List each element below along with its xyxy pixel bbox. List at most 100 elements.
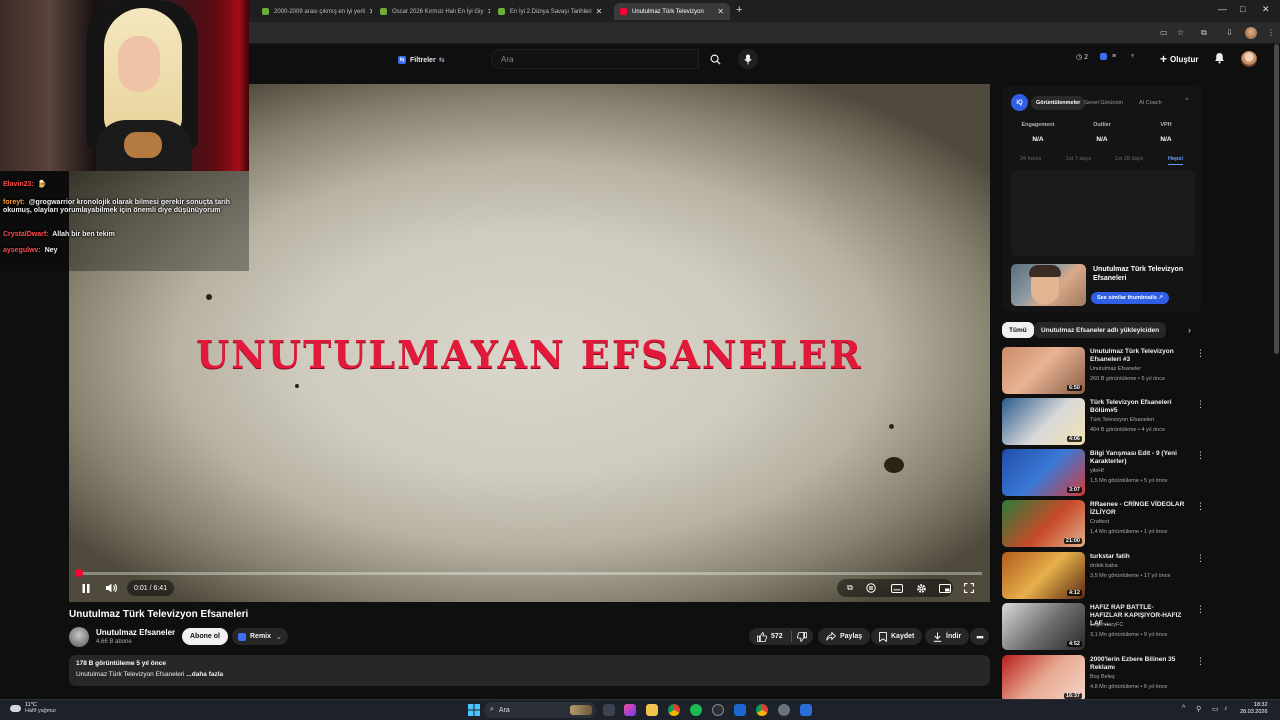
page-scrollbar[interactable] (1274, 44, 1279, 354)
extensions-icon[interactable]: ⧉ (1201, 28, 1207, 38)
trophy-icon[interactable]: ♆ (1130, 53, 1135, 60)
chevron-up-icon[interactable]: ⌃ (1184, 97, 1190, 105)
file-explorer-icon[interactable] (646, 704, 658, 716)
taskbar-search[interactable]: ⌕ Ara (484, 702, 596, 718)
chip-all[interactable]: Tümü (1002, 322, 1034, 338)
range-28d[interactable]: 1st 28 days (1115, 156, 1143, 162)
edge-icon[interactable] (734, 704, 746, 716)
app-icon[interactable] (800, 704, 812, 716)
voice-search-button[interactable] (738, 49, 758, 69)
more-vertical-icon[interactable]: ⋮ (1196, 400, 1205, 409)
recommendation-title[interactable]: 2000'lerin Ezbere Bilinen 35 Reklamı (1090, 656, 1186, 672)
new-tab-button[interactable]: + (736, 4, 742, 16)
more-vertical-icon[interactable]: ⋮ (1196, 554, 1205, 563)
recommendation-thumbnail[interactable]: 4:52 (1002, 603, 1085, 650)
recommendation-item[interactable]: 3:07 Bilgi Yarışması Edit - 9 (Yeni Karak… (1002, 449, 1205, 497)
tray-app-icon[interactable]: ⚲ (1196, 705, 1201, 713)
minimize-button[interactable]: — (1218, 4, 1227, 14)
recommendation-thumbnail[interactable]: 21:00 (1002, 500, 1085, 547)
tab-overview[interactable]: Genel Görünüm (1079, 96, 1128, 110)
settings-app-icon[interactable] (778, 704, 790, 716)
show-more-link[interactable]: ...daha fazla (186, 671, 223, 678)
range-7d[interactable]: 1st 7 days (1066, 156, 1091, 162)
tray-chevron-icon[interactable]: ^ (1182, 705, 1185, 712)
search-button[interactable] (700, 49, 730, 69)
recommendation-thumbnail[interactable]: 4:06 (1002, 398, 1085, 445)
recommendation-thumbnail[interactable]: 4:12 (1002, 552, 1085, 599)
settings-button[interactable] (913, 580, 929, 596)
vidiq-toolbar-icon[interactable] (1100, 53, 1107, 60)
recommendation-channel[interactable]: yileHf (1090, 468, 1104, 474)
vidiq-count-badge[interactable]: ◷ 2 (1076, 53, 1088, 62)
browser-tab[interactable]: En İyi 2.Dünya Savaşı Tarihleri ✕ (492, 3, 608, 20)
subscribe-button[interactable]: Abone ol (182, 628, 228, 645)
chip-uploader[interactable]: Unutulmaz Efsaneler adlı yükleyiciden (1034, 322, 1167, 338)
recommendation-title[interactable]: Bilgi Yarışması Edit - 9 (Yeni Karakterl… (1090, 450, 1186, 466)
chrome-icon[interactable] (668, 704, 680, 716)
more-vertical-icon[interactable]: ⋮ (1196, 657, 1205, 666)
vidiq-player-icon[interactable]: ⧉ (843, 580, 857, 596)
channel-name[interactable]: Unutulmaz Efsaneler (96, 628, 175, 637)
recommendation-thumbnail[interactable]: 16:37 (1002, 655, 1085, 702)
close-window-button[interactable]: ✕ (1262, 4, 1270, 15)
recommendation-channel[interactable]: Unutulmaz Efsaneler (1090, 366, 1141, 372)
downloads-icon[interactable]: ⇩ (1226, 28, 1233, 37)
chrome-profile-icon[interactable] (756, 704, 768, 716)
more-actions-button[interactable]: ••• (970, 628, 989, 645)
download-button[interactable]: İndir (925, 628, 970, 645)
volume-button[interactable] (103, 580, 121, 596)
search-input[interactable]: Ara (491, 49, 699, 69)
cast-icon[interactable]: ▭ (1160, 28, 1168, 37)
recommendation-channel[interactable]: ördek baba (1090, 563, 1118, 569)
spotify-icon[interactable] (690, 704, 702, 716)
dislike-button[interactable] (796, 631, 807, 642)
maximize-button[interactable]: □ (1240, 4, 1245, 14)
more-vertical-icon[interactable]: ⋮ (1196, 502, 1205, 511)
filters-button[interactable]: iq Filtreler ⇆ (398, 53, 445, 67)
save-button[interactable]: Kaydet (871, 628, 923, 645)
browser-tab[interactable]: Oscar 2026 Kırmızı Halı En İyi Giy ✕ (374, 3, 490, 20)
recommendation-thumbnail[interactable]: 6:50 (1002, 347, 1085, 394)
miniplayer-button[interactable] (937, 580, 953, 596)
browser-tab-active[interactable]: Unutulmaz Türk Televizyon ✕ (614, 3, 730, 20)
range-all[interactable]: Hepsi (1168, 156, 1183, 165)
chevron-right-icon[interactable]: › (1188, 325, 1191, 335)
like-button[interactable]: 572 (757, 631, 783, 642)
recommendation-item[interactable]: 4:52 HAFIZ RAP BATTLE-HAFIZLAR KAPIŞIYOR-… (1002, 603, 1205, 651)
account-avatar[interactable] (1241, 51, 1257, 67)
github-icon[interactable] (712, 704, 724, 716)
more-vertical-icon[interactable]: ⋮ (1196, 451, 1205, 460)
recommendation-thumbnail[interactable]: 3:07 (1002, 449, 1085, 496)
recommendation-item[interactable]: 21:00 RRaenee - CRİNGE VİDEOLAR İZLİYOR Cr… (1002, 500, 1205, 548)
progress-handle[interactable] (75, 569, 83, 577)
subtitles-button[interactable] (889, 580, 905, 596)
browser-tab[interactable]: 2000-2009 arası çıkmış en iyi yerli ✕ (256, 3, 372, 20)
recommendation-item[interactable]: 6:50 Unutulmaz Türk Televizyon Efsaneleri… (1002, 347, 1205, 395)
similar-thumbnails-button[interactable]: See similar thumbnails ↗ (1091, 292, 1170, 304)
notifications-bell-icon[interactable] (1214, 52, 1225, 67)
more-vertical-icon[interactable]: ⋮ (1196, 349, 1205, 358)
speaker-icon[interactable]: ♪ (1224, 705, 1228, 712)
system-clock[interactable]: 18:32 28.03.2026 (1240, 702, 1268, 716)
close-icon[interactable]: ✕ (592, 7, 603, 16)
channel-avatar[interactable] (69, 627, 89, 647)
tab-views[interactable]: Görüntülenmeler (1031, 96, 1086, 110)
windows-start-icon[interactable] (468, 704, 480, 716)
weather-widget[interactable]: 11°C Hafif yağmur (10, 702, 56, 715)
profile-avatar[interactable] (1245, 27, 1257, 39)
more-vertical-icon[interactable]: ⋮ (1196, 605, 1205, 614)
recommendation-channel[interactable]: LegendaryFC (1090, 622, 1123, 628)
remix-button[interactable]: Remix ⌄ (232, 628, 288, 645)
browser-menu-icon[interactable]: ⋮ (1267, 28, 1275, 37)
bars-icon[interactable]: ≡ (1112, 53, 1116, 60)
widgets-app-icon[interactable] (624, 704, 636, 716)
close-icon[interactable]: ✕ (483, 7, 490, 16)
close-icon[interactable]: ✕ (365, 7, 372, 16)
video-description[interactable]: 178 B görüntüleme 5 yıl önce Unutulmaz T… (69, 655, 990, 686)
autoplay-toggle[interactable] (864, 580, 878, 596)
progress-bar[interactable] (75, 569, 982, 577)
range-24h[interactable]: 24 hours (1020, 156, 1041, 162)
fullscreen-button[interactable] (961, 580, 977, 596)
close-icon[interactable]: ✕ (713, 7, 724, 16)
recommendation-item[interactable]: 16:37 2000'lerin Ezbere Bilinen 35 Reklam… (1002, 655, 1205, 703)
